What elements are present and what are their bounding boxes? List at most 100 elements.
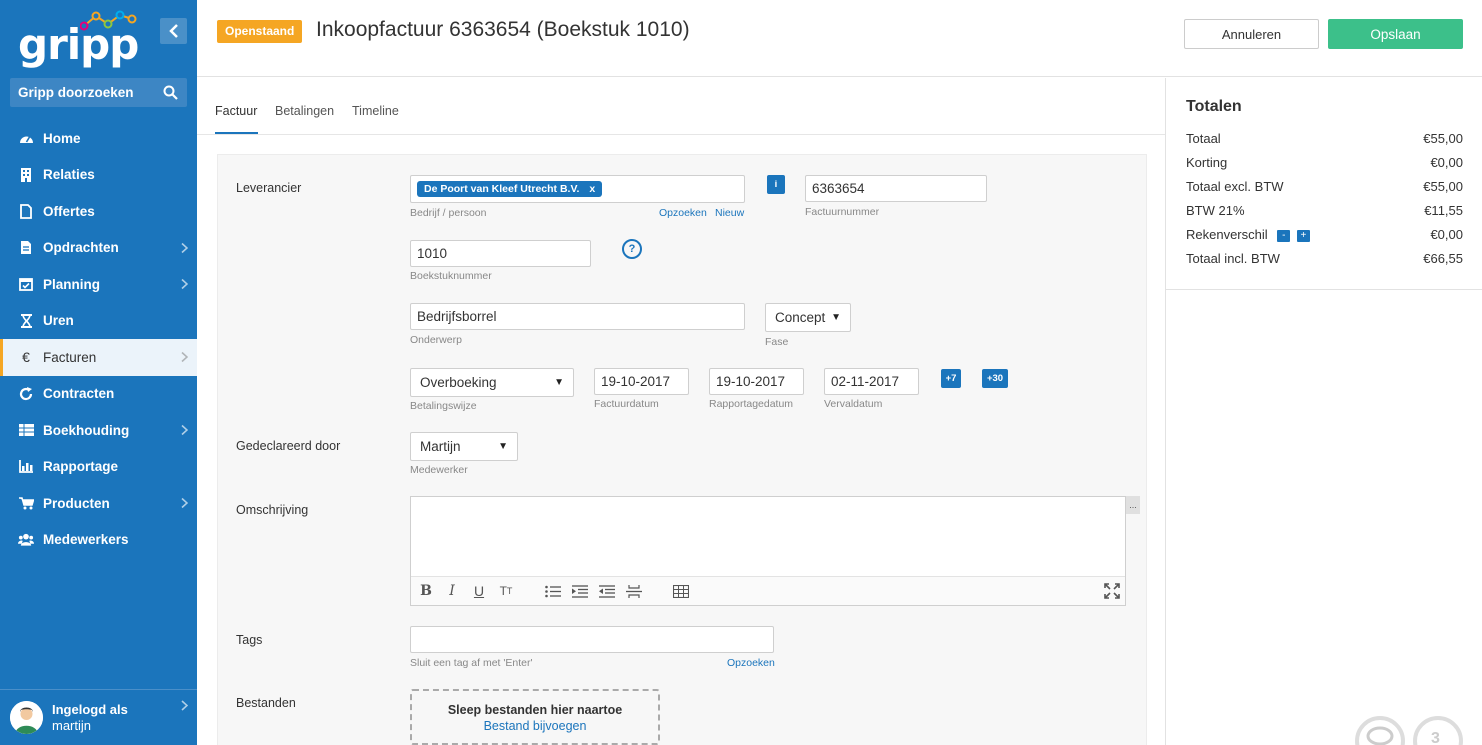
- text-size-icon[interactable]: TT: [497, 583, 515, 599]
- sidebar-item-facturen[interactable]: € Facturen: [0, 339, 197, 376]
- bold-icon[interactable]: B: [417, 583, 435, 599]
- totals-row-label: Totaal: [1186, 131, 1221, 146]
- bar-chart-icon: [18, 459, 34, 475]
- sidebar: gripp Gripp doorzoeken Home Relaties Off…: [0, 0, 197, 745]
- euro-icon: €: [22, 349, 30, 366]
- indent-icon[interactable]: [571, 583, 589, 599]
- supplier-field[interactable]: De Poort van Kleef Utrecht B.V. x: [410, 175, 745, 203]
- tags-search-link[interactable]: Opzoeken: [727, 657, 775, 669]
- sidebar-item-contracten[interactable]: Contracten: [0, 376, 197, 413]
- chevron-right-icon: [181, 700, 188, 711]
- tab-betalingen[interactable]: Betalingen: [275, 104, 334, 118]
- sidebar-item-producten[interactable]: Producten: [0, 485, 197, 522]
- help-icon[interactable]: ?: [622, 239, 642, 259]
- tab-timeline[interactable]: Timeline: [352, 104, 399, 118]
- tab-bar: Factuur Betalingen Timeline: [197, 78, 1165, 135]
- building-icon: [18, 167, 34, 183]
- fullscreen-icon[interactable]: [1103, 583, 1121, 599]
- tab-factuur[interactable]: Factuur: [215, 104, 257, 118]
- status-badge: Openstaand: [217, 20, 303, 43]
- attach-file-link[interactable]: Bestand bijvoegen: [412, 719, 658, 733]
- totals-row-label: Totaal incl. BTW: [1186, 251, 1280, 266]
- increase-difference-button[interactable]: +: [1296, 230, 1310, 242]
- sidebar-item-label: Medewerkers: [43, 532, 129, 548]
- payment-method-select[interactable]: Overboeking ▼: [410, 368, 574, 397]
- booking-number-hint: Boekstuknummer: [410, 270, 492, 282]
- active-tab-indicator: [215, 132, 258, 134]
- dashboard-icon: [18, 130, 34, 146]
- description-editor[interactable]: B I U TT: [410, 496, 1126, 606]
- supplier-hint: Bedrijf / persoon: [410, 207, 487, 219]
- sidebar-item-planning[interactable]: Planning: [0, 266, 197, 303]
- description-text: [411, 497, 1125, 509]
- declared-by-label: Gedeclareerd door: [236, 439, 341, 453]
- totals-row-value: €0,00: [1430, 155, 1463, 170]
- booking-number-input[interactable]: 1010: [410, 240, 591, 267]
- sidebar-item-label: Boekhouding: [43, 422, 130, 438]
- collapse-sidebar-button[interactable]: [160, 18, 187, 44]
- sidebar-item-rapportage[interactable]: Rapportage: [0, 449, 197, 486]
- decrease-difference-button[interactable]: -: [1277, 230, 1291, 242]
- outdent-icon[interactable]: [598, 583, 616, 599]
- sidebar-item-label: Home: [43, 130, 81, 146]
- logo-nodes-icon: [80, 10, 137, 31]
- invoice-date-hint: Factuurdatum: [594, 398, 659, 410]
- subject-hint: Onderwerp: [410, 334, 462, 346]
- editor-more-button[interactable]: ...: [1126, 496, 1140, 514]
- bullet-list-icon[interactable]: [544, 583, 562, 599]
- document-icon: [18, 203, 34, 219]
- italic-icon[interactable]: I: [443, 583, 461, 599]
- save-button[interactable]: Opslaan: [1328, 19, 1463, 49]
- plus-7-days-button[interactable]: +7: [941, 369, 961, 388]
- dropdown-arrow-icon: ▼: [498, 441, 508, 452]
- totals-row: Totaal excl. BTW €55,00: [1186, 179, 1463, 194]
- table-icon[interactable]: [672, 583, 690, 599]
- invoice-number-input[interactable]: 6363654: [805, 175, 987, 202]
- sidebar-search[interactable]: Gripp doorzoeken: [10, 78, 187, 107]
- divider: [1166, 289, 1482, 290]
- plus-30-days-button[interactable]: +30: [982, 369, 1008, 388]
- totals-title: Totalen: [1186, 98, 1242, 115]
- description-label: Omschrijving: [236, 503, 309, 517]
- totals-row-value: €55,00: [1423, 179, 1463, 194]
- sidebar-item-relaties[interactable]: Relaties: [0, 157, 197, 194]
- sidebar-item-medewerkers[interactable]: Medewerkers: [0, 522, 197, 559]
- editor-toolbar: B I U TT: [411, 576, 1125, 605]
- file-dropzone[interactable]: Sleep bestanden hier naartoe Bestand bij…: [410, 689, 660, 745]
- totals-row: Rekenverschil - + €0,00: [1186, 227, 1463, 242]
- phase-select[interactable]: Concept ▼: [765, 303, 851, 332]
- report-date-input[interactable]: 19-10-2017: [709, 368, 804, 395]
- sidebar-item-boekhouding[interactable]: Boekhouding: [0, 412, 197, 449]
- sidebar-item-label: Relaties: [43, 167, 95, 183]
- tags-input[interactable]: [410, 626, 774, 653]
- sidebar-item-opdrachten[interactable]: Opdrachten: [0, 230, 197, 267]
- chat-bubble-icon: [1366, 726, 1394, 745]
- dropdown-arrow-icon: ▼: [831, 312, 841, 323]
- supplier-tag-label: De Poort van Kleef Utrecht B.V.: [424, 183, 580, 195]
- sidebar-item-offertes[interactable]: Offertes: [0, 193, 197, 230]
- sidebar-item-label: Rapportage: [43, 459, 119, 475]
- avatar: [10, 701, 43, 734]
- logged-in-user[interactable]: Ingelogd als martijn: [0, 689, 197, 745]
- chevron-right-icon: [181, 498, 188, 509]
- supplier-new-link[interactable]: Nieuw: [715, 207, 744, 219]
- login-label: Ingelogd als: [52, 701, 128, 717]
- sidebar-item-home[interactable]: Home: [0, 120, 197, 157]
- notification-count: 3: [1431, 730, 1440, 745]
- invoice-date-input[interactable]: 19-10-2017: [594, 368, 689, 395]
- refresh-icon: [18, 386, 34, 402]
- sidebar-item-uren[interactable]: Uren: [0, 303, 197, 340]
- underline-icon[interactable]: U: [470, 583, 488, 599]
- declared-by-select[interactable]: Martijn ▼: [410, 432, 518, 461]
- totals-row-label: Korting: [1186, 155, 1228, 170]
- due-date-input[interactable]: 02-11-2017: [824, 368, 919, 395]
- dropdown-arrow-icon: ▼: [554, 377, 564, 388]
- horizontal-rule-icon[interactable]: [625, 583, 643, 599]
- subject-input[interactable]: Bedrijfsborrel: [410, 303, 745, 330]
- cancel-button[interactable]: Annuleren: [1184, 19, 1319, 49]
- supplier-search-link[interactable]: Opzoeken: [659, 207, 707, 219]
- gripp-logo[interactable]: gripp: [18, 10, 139, 70]
- page-title: Inkoopfactuur 6363654 (Boekstuk 1010): [316, 18, 690, 41]
- remove-tag-button[interactable]: x: [589, 183, 595, 195]
- supplier-info-button[interactable]: i: [767, 175, 785, 194]
